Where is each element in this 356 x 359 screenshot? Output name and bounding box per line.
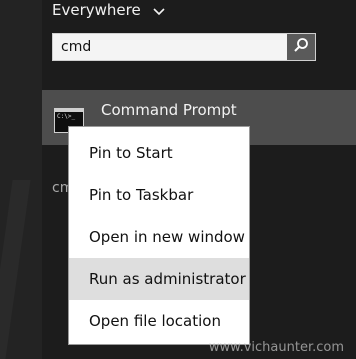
chevron-down-icon — [153, 1, 166, 21]
context-menu: Pin to Start Pin to Taskbar Open in new … — [68, 126, 250, 345]
menu-item-open-file-location[interactable]: Open file location — [69, 300, 249, 342]
menu-item-open-new-window[interactable]: Open in new window — [69, 216, 249, 258]
menu-item-pin-to-taskbar[interactable]: Pin to Taskbar — [69, 174, 249, 216]
result-title: Command Prompt — [101, 101, 237, 119]
search-scope-label: Everywhere — [52, 1, 141, 19]
search-button[interactable] — [287, 34, 315, 60]
menu-item-pin-to-start[interactable]: Pin to Start — [69, 132, 249, 174]
watermark: www.vichaunter.com — [208, 340, 344, 355]
search-scope-dropdown[interactable]: Everywhere — [52, 0, 166, 21]
search-box — [52, 33, 316, 61]
menu-item-run-as-admin[interactable]: Run as administrator — [69, 258, 249, 300]
search-input[interactable] — [53, 34, 287, 60]
search-icon — [293, 37, 309, 57]
